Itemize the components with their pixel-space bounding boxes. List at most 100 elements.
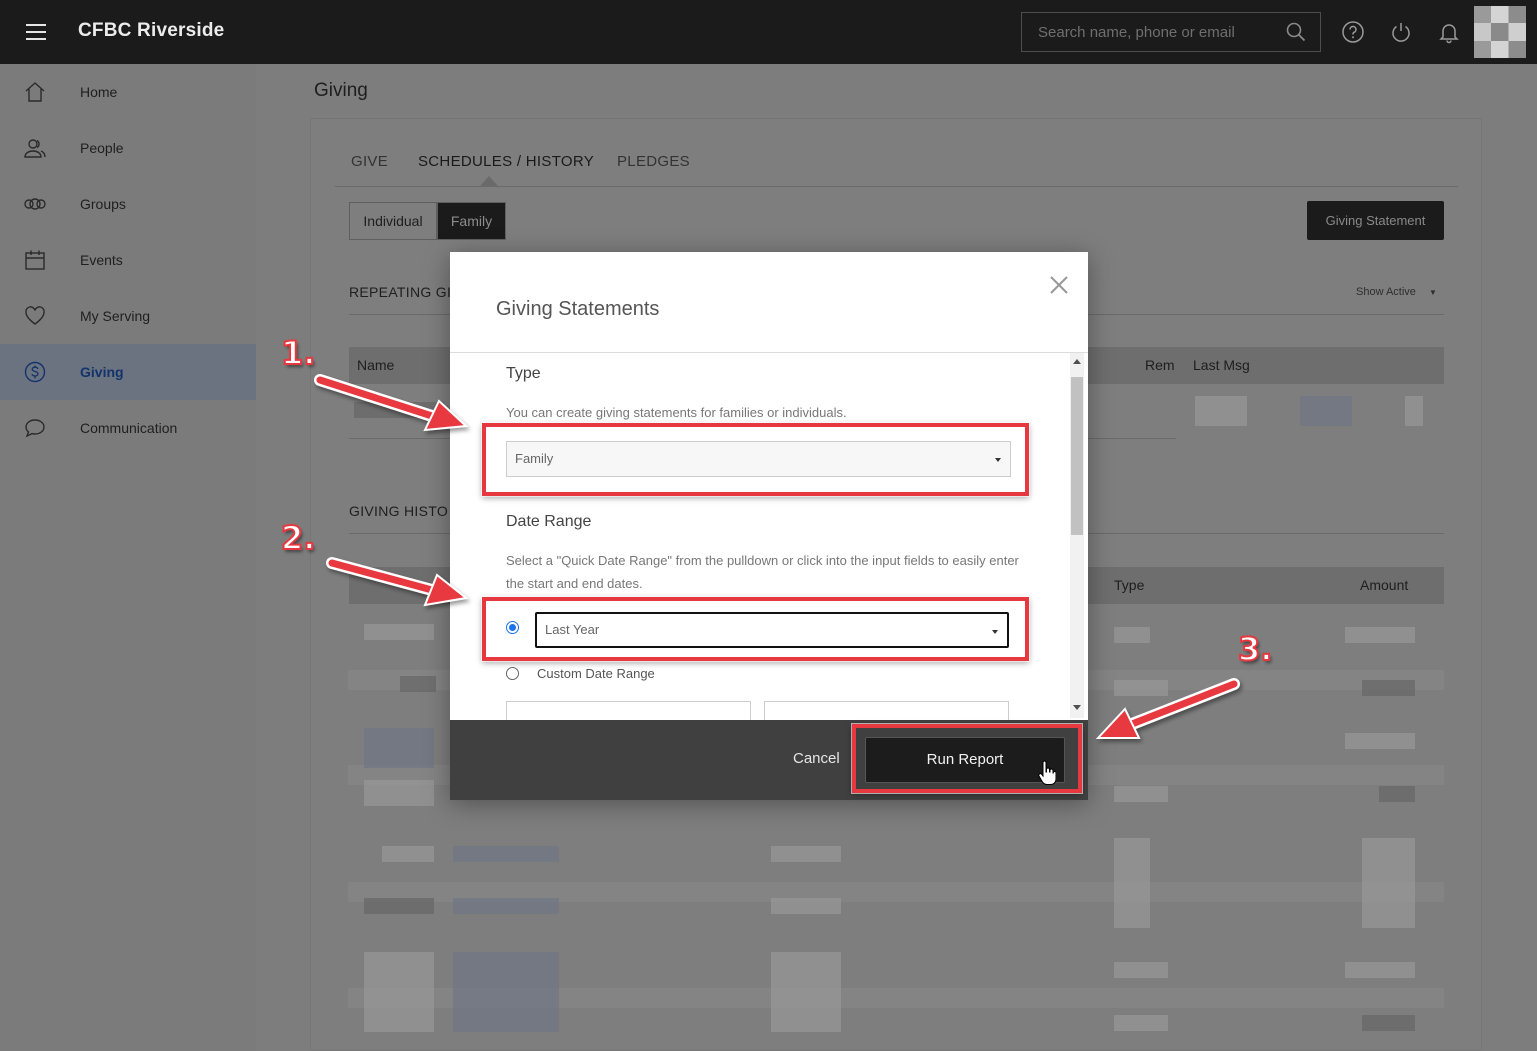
active-tab-indicator — [480, 176, 498, 186]
redacted-cell — [453, 898, 559, 914]
redacted-cell — [400, 676, 436, 692]
sidebar-item-label: Communication — [80, 420, 178, 436]
tab-schedules-history[interactable]: SCHEDULES / HISTORY — [418, 153, 594, 170]
help-icon[interactable] — [1341, 20, 1365, 44]
type-help-text: You can create giving statements for fam… — [506, 405, 847, 420]
redacted-cell — [364, 898, 434, 914]
step-label-2: 2. — [280, 518, 316, 558]
date-range-help-text: Select a "Quick Date Range" from the pul… — [506, 553, 1019, 591]
redacted-cell — [364, 780, 434, 806]
redacted-cell — [1114, 786, 1168, 802]
step-label-3: 3. — [1237, 629, 1273, 669]
redacted-cell — [1405, 396, 1423, 426]
redacted-cell — [1114, 680, 1168, 696]
heart-icon — [25, 306, 45, 325]
giving-history-heading: GIVING HISTO — [349, 503, 449, 519]
sidebar-item-communication[interactable]: Communication — [0, 400, 256, 456]
type-heading: Type — [506, 365, 541, 382]
redacted-cell — [1345, 733, 1415, 749]
highlight-box-type — [482, 423, 1029, 496]
end-date-input[interactable] — [764, 701, 1009, 720]
home-icon — [25, 82, 45, 102]
redacted-cell — [1114, 627, 1150, 643]
scroll-down-arrow-icon[interactable] — [1073, 705, 1081, 710]
sidebar: Home People Groups Events My Serving Giv… — [0, 64, 256, 1051]
giving-statements-modal: Giving Statements Type You can create gi… — [450, 252, 1088, 800]
sidebar-item-label: People — [80, 140, 124, 156]
bell-icon[interactable] — [1437, 20, 1461, 44]
power-icon[interactable] — [1389, 20, 1413, 44]
start-date-input[interactable] — [506, 701, 751, 720]
sidebar-item-label: Giving — [80, 364, 124, 380]
redacted-cell — [1300, 396, 1352, 426]
redacted-cell — [354, 402, 444, 418]
custom-range-label: Custom Date Range — [537, 666, 655, 681]
redacted-cell — [364, 952, 434, 1032]
segment-individual[interactable]: Individual — [349, 202, 437, 240]
redacted-cell — [1114, 838, 1150, 928]
col-type: Type — [1114, 577, 1145, 593]
sidebar-item-events[interactable]: Events — [0, 232, 256, 288]
menu-icon[interactable] — [26, 24, 46, 40]
step-label-1: 1. — [280, 333, 316, 373]
redacted-cell — [453, 952, 559, 1032]
redacted-cell — [364, 728, 434, 768]
redacted-cell — [771, 898, 841, 914]
chevron-down-icon: ▼ — [1428, 288, 1437, 297]
redacted-cell — [1362, 1015, 1415, 1031]
redacted-cell — [1379, 786, 1415, 802]
search-icon[interactable] — [1286, 22, 1306, 42]
chat-icon — [25, 419, 45, 438]
redacted-cell — [364, 624, 434, 640]
tab-pledges[interactable]: PLEDGES — [617, 153, 690, 170]
groups-icon — [24, 198, 46, 210]
highlight-box-date-range — [482, 597, 1029, 661]
modal-title: Giving Statements — [496, 298, 660, 320]
col-rem: Rem — [1145, 357, 1175, 373]
repeating-gifts-heading: REPEATING GI — [349, 284, 452, 300]
highlight-box-run-report — [852, 724, 1082, 793]
sidebar-item-label: My Serving — [80, 308, 151, 324]
sidebar-item-giving[interactable]: Giving — [0, 344, 256, 400]
app-title: CFBC Riverside — [78, 20, 225, 41]
giving-statement-button[interactable]: Giving Statement — [1307, 201, 1444, 240]
dollar-icon — [24, 361, 46, 383]
calendar-icon — [25, 250, 45, 270]
redacted-cell — [1195, 396, 1247, 426]
cancel-button[interactable]: Cancel — [793, 750, 840, 767]
search-box[interactable] — [1021, 12, 1321, 52]
sidebar-item-label: Events — [80, 252, 123, 268]
tab-bar: GIVE SCHEDULES / HISTORY PLEDGES — [335, 151, 1458, 187]
page-title: Giving — [314, 80, 368, 101]
redacted-cell — [382, 846, 434, 862]
redacted-cell — [1114, 1015, 1168, 1031]
redacted-cell — [1362, 838, 1415, 928]
col-name: Name — [357, 357, 395, 373]
segment-family[interactable]: Family — [437, 202, 506, 240]
modal-body: Type You can create giving statements fo… — [450, 353, 1088, 720]
scroll-up-arrow-icon[interactable] — [1073, 359, 1081, 364]
redacted-cell — [1345, 962, 1415, 978]
sidebar-item-people[interactable]: People — [0, 120, 256, 176]
sidebar-item-home[interactable]: Home — [0, 64, 256, 120]
redacted-cell — [771, 952, 841, 1032]
redacted-cell — [1362, 680, 1415, 696]
people-icon — [24, 139, 46, 158]
scroll-thumb[interactable] — [1071, 377, 1083, 535]
sidebar-item-my-serving[interactable]: My Serving — [0, 288, 256, 344]
redacted-cell — [1114, 962, 1168, 978]
sidebar-item-groups[interactable]: Groups — [0, 176, 256, 232]
top-bar: CFBC Riverside — [0, 0, 1537, 64]
show-active-filter[interactable]: Show Active ▼ — [1356, 286, 1437, 298]
close-icon[interactable] — [1048, 274, 1070, 296]
col-amount: Amount — [1360, 577, 1409, 593]
sidebar-item-label: Groups — [80, 196, 126, 212]
tab-give[interactable]: GIVE — [351, 153, 388, 170]
date-range-heading: Date Range — [506, 513, 592, 530]
show-active-label: Show Active — [1356, 286, 1416, 298]
sidebar-item-label: Home — [80, 84, 118, 100]
custom-range-radio[interactable] — [506, 667, 519, 680]
modal-scrollbar[interactable] — [1070, 353, 1084, 718]
search-input[interactable] — [1022, 13, 1282, 51]
avatar[interactable] — [1474, 6, 1526, 58]
